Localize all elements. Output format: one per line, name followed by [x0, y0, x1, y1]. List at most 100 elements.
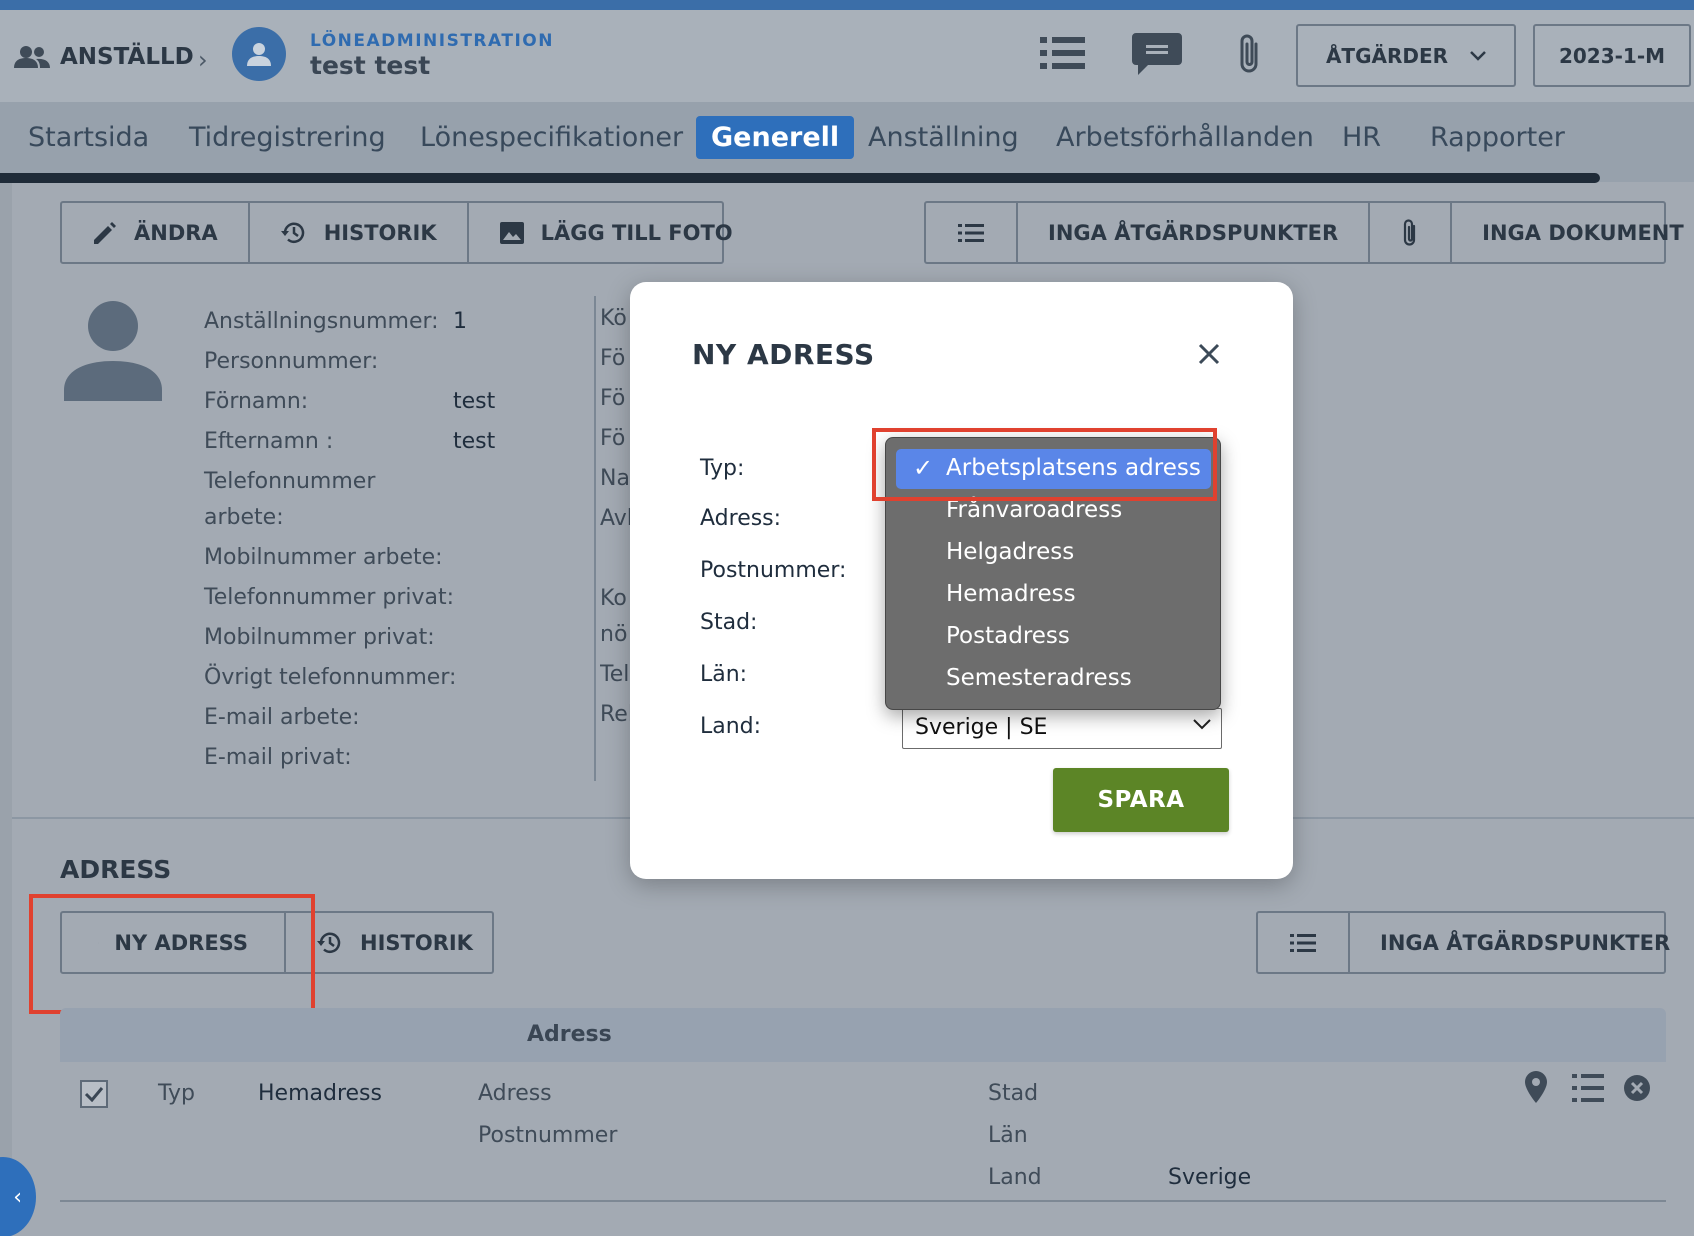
- field-value-anstallningsnummer: 1: [453, 309, 467, 334]
- typ-option-hemadress[interactable]: Hemadress: [896, 575, 1211, 615]
- save-button[interactable]: SPARA: [1053, 768, 1229, 832]
- partial-label: Na: [600, 466, 630, 491]
- typ-label: Typ:: [700, 456, 745, 481]
- period-button[interactable]: 2023-1-M: [1533, 24, 1691, 87]
- map-pin-icon[interactable]: [1525, 1071, 1547, 1103]
- address-history-label: HISTORIK: [360, 930, 473, 955]
- partial-label: Avl: [600, 506, 630, 531]
- field-label-telefon-arbete-1: Telefonnummer: [204, 469, 376, 494]
- row-lan-label: Län: [988, 1123, 1028, 1148]
- history-icon: [280, 222, 304, 243]
- tab-anstallning[interactable]: Anställning: [853, 116, 1034, 159]
- edit-label: ÄNDRA: [134, 220, 218, 245]
- field-value-efternamn: test: [453, 429, 496, 454]
- typ-option-postadress[interactable]: Postadress: [896, 617, 1211, 657]
- address-column-header: Adress: [527, 1022, 612, 1047]
- partial-label: Rel: [600, 702, 630, 727]
- row-stad-label: Stad: [988, 1081, 1039, 1106]
- field-label-telefon-privat: Telefonnummer privat:: [204, 585, 455, 610]
- period-label: 2023-1-M: [1558, 43, 1666, 68]
- tab-tidregistrering[interactable]: Tidregistrering: [174, 116, 401, 159]
- tab-arbetsforhallanden[interactable]: Arbetsförhållanden: [1041, 116, 1329, 159]
- status-toolbar: INGA ÅTGÄRDSPUNKTER INGA DOKUMENT: [924, 201, 1684, 264]
- list-icon[interactable]: [1572, 1073, 1604, 1103]
- address-row-checkbox[interactable]: [80, 1080, 108, 1108]
- user-icon: [247, 43, 271, 66]
- field-label-efternamn: Efternamn :: [204, 429, 334, 454]
- breadcrumb-root-label: ANSTÄLLD: [60, 44, 194, 70]
- actions-menu-button[interactable]: ÅTGÄRDER: [1296, 24, 1516, 87]
- action-points-list-button[interactable]: [926, 203, 1018, 262]
- people-icon: [14, 46, 50, 68]
- edit-button[interactable]: ÄNDRA: [62, 203, 250, 262]
- field-label-email-privat: E-mail privat:: [204, 745, 352, 770]
- attachments-button[interactable]: [1370, 203, 1453, 262]
- no-action-points[interactable]: INGA ÅTGÄRDSPUNKTER: [1018, 203, 1371, 262]
- stad-label: Stad:: [700, 610, 758, 635]
- tab-startsida[interactable]: Startsida: [13, 116, 164, 159]
- lan-label: Län:: [700, 662, 748, 687]
- column-divider: [594, 296, 596, 781]
- typ-option-semesteradress[interactable]: Semesteradress: [896, 659, 1211, 699]
- add-photo-button[interactable]: LÄGG TILL FOTO: [469, 203, 763, 262]
- partial-label: Fö: [600, 426, 626, 451]
- person-placeholder-icon: [64, 301, 162, 401]
- typ-option-helgadress[interactable]: Helgadress: [896, 533, 1211, 573]
- image-icon: [499, 221, 524, 244]
- row-adress-label: Adress: [478, 1081, 552, 1106]
- address-table-header: Adress: [60, 1008, 1666, 1062]
- tab-scrollbar[interactable]: [0, 173, 1600, 183]
- list-icon: [958, 223, 984, 242]
- row-divider: [60, 1200, 1666, 1202]
- tab-lonespecifikationer[interactable]: Lönespecifikationer: [405, 116, 698, 159]
- land-select[interactable]: Sverige | SE: [902, 708, 1222, 749]
- field-label-telefon-arbete-2: arbete:: [204, 505, 284, 530]
- chat-icon[interactable]: [1132, 33, 1182, 77]
- history-button[interactable]: HISTORIK: [250, 203, 469, 262]
- field-label-fornamn: Förnamn:: [204, 389, 309, 414]
- employee-name: test test: [310, 51, 431, 80]
- partial-label: nö: [600, 622, 628, 647]
- top-accent-strip: [0, 0, 1694, 10]
- remove-circle-icon[interactable]: [1623, 1074, 1651, 1102]
- list-icon[interactable]: [1040, 35, 1086, 71]
- field-label-mobil-privat: Mobilnummer privat:: [204, 625, 435, 650]
- address-status-toolbar: INGA ÅTGÄRDSPUNKTER: [1256, 911, 1670, 974]
- address-no-action-points[interactable]: INGA ÅTGÄRDSPUNKTER: [1350, 913, 1694, 972]
- breadcrumb-root[interactable]: ANSTÄLLD: [14, 44, 194, 70]
- pencil-icon: [94, 221, 116, 244]
- row-typ-value: Hemadress: [258, 1081, 382, 1106]
- dialog-title: NY ADRESS: [692, 338, 875, 371]
- tab-generell[interactable]: Generell: [696, 116, 855, 159]
- paperclip-icon: [1404, 218, 1416, 246]
- land-select-value: Sverige | SE: [915, 715, 1048, 740]
- chevron-left-icon: ‹: [13, 1184, 22, 1210]
- close-icon[interactable]: [1198, 338, 1220, 373]
- postnummer-label: Postnummer:: [700, 558, 847, 583]
- employee-toolbar: ÄNDRA HISTORIK LÄGG TILL FOTO: [60, 201, 733, 264]
- field-label-anstallningsnummer: Anställningsnummer:: [204, 309, 439, 334]
- breadcrumb-chevron-icon: ›: [198, 46, 208, 74]
- actions-menu-label: ÅTGÄRDER: [1325, 43, 1449, 68]
- tab-hr[interactable]: HR: [1327, 116, 1396, 159]
- adress-label: Adress:: [700, 506, 782, 531]
- left-gutter: [0, 183, 12, 1236]
- field-label-mobil-arbete: Mobilnummer arbete:: [204, 545, 443, 570]
- address-action-points-list-button[interactable]: [1258, 913, 1350, 972]
- field-label-ovrigt-telefon: Övrigt telefonnummer:: [204, 665, 457, 690]
- module-label: LÖNEADMINISTRATION: [310, 31, 554, 51]
- history-label: HISTORIK: [323, 220, 437, 245]
- row-land-label: Land: [988, 1165, 1042, 1190]
- history-icon: [317, 932, 341, 953]
- paperclip-icon[interactable]: [1236, 32, 1262, 76]
- row-land-value: Sverige: [1168, 1165, 1252, 1190]
- address-history-button[interactable]: HISTORIK: [286, 913, 503, 972]
- app-header: ANSTÄLLD › LÖNEADMINISTRATION test test …: [0, 10, 1694, 102]
- add-photo-label: LÄGG TILL FOTO: [540, 220, 733, 245]
- row-postnummer-label: Postnummer: [478, 1123, 618, 1148]
- partial-label: Fö: [600, 386, 626, 411]
- no-documents[interactable]: INGA DOKUMENT: [1452, 203, 1694, 262]
- tab-rapporter[interactable]: Rapporter: [1415, 116, 1580, 159]
- address-section-title: ADRESS: [60, 855, 172, 884]
- partial-label: Kö: [600, 306, 627, 331]
